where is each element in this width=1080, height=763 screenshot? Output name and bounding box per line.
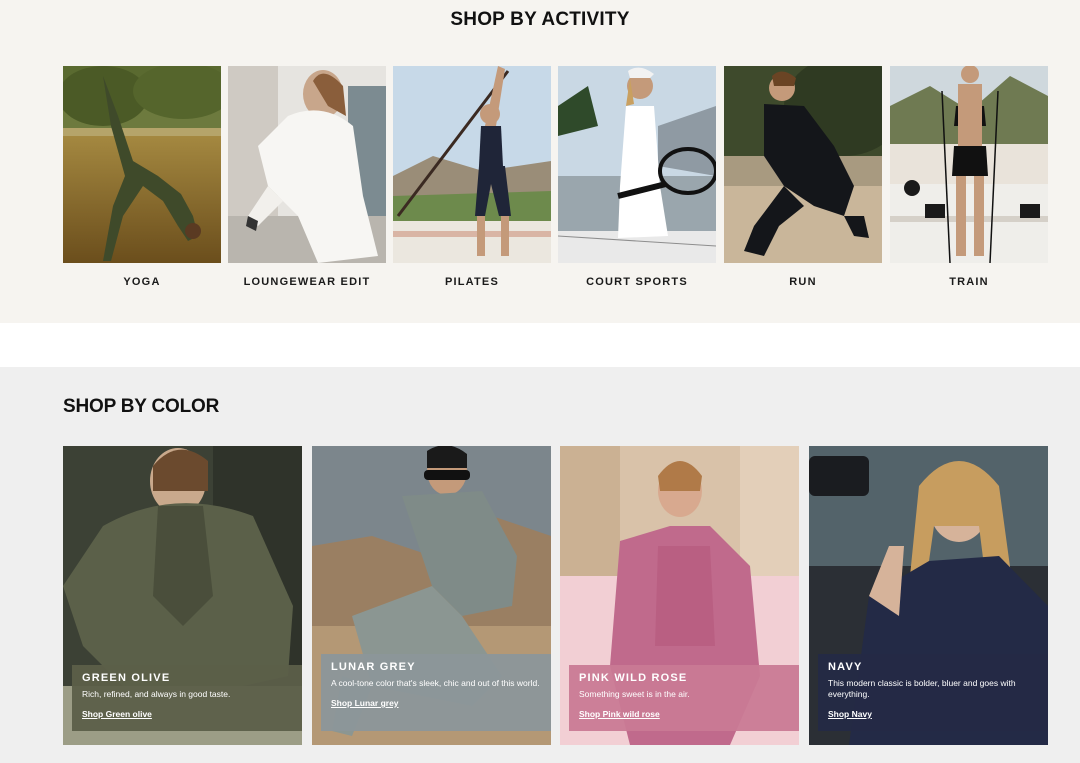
- color-name-navy: NAVY: [828, 661, 863, 673]
- activity-label-court-sports[interactable]: COURT SPORTS: [558, 276, 716, 288]
- color-card-pink-wild-rose[interactable]: PINK WILD ROSE Something sweet is in the…: [560, 446, 799, 745]
- shop-green-olive-link[interactable]: Shop Green olive: [82, 709, 152, 719]
- activity-image-train[interactable]: [890, 66, 1048, 263]
- color-overlay-green-olive: GREEN OLIVE Rich, refined, and always in…: [72, 665, 302, 731]
- color-desc-green-olive: Rich, refined, and always in good taste.: [82, 689, 231, 699]
- activity-label-yoga[interactable]: YOGA: [63, 276, 221, 288]
- activity-image-yoga[interactable]: [63, 66, 221, 263]
- activity-label-pilates[interactable]: PILATES: [393, 276, 551, 288]
- color-desc-navy: This modern classic is bolder, bluer and…: [828, 678, 1016, 699]
- activity-card-loungewear-edit[interactable]: LOUNGEWEAR EDIT: [228, 66, 386, 288]
- section-spacer: [0, 323, 1080, 367]
- activity-card-train[interactable]: TRAIN: [890, 66, 1048, 288]
- color-overlay-navy: NAVY This modern classic is bolder, blue…: [818, 654, 1048, 731]
- color-desc-pink-wild-rose: Something sweet is in the air.: [579, 689, 690, 699]
- activity-card-run[interactable]: RUN: [724, 66, 882, 288]
- color-name-pink-wild-rose: PINK WILD ROSE: [579, 672, 688, 684]
- activity-label-loungewear-edit[interactable]: LOUNGEWEAR EDIT: [228, 276, 386, 288]
- shop-by-activity-title: SHOP BY ACTIVITY: [450, 9, 630, 30]
- activity-card-pilates[interactable]: PILATES: [393, 66, 551, 288]
- shop-navy-link[interactable]: Shop Navy: [828, 709, 872, 719]
- color-desc-lunar-grey: A cool-tone color that's sleek, chic and…: [331, 678, 540, 688]
- shop-lunar-grey-link[interactable]: Shop Lunar grey: [331, 698, 399, 708]
- activity-image-run[interactable]: [724, 66, 882, 263]
- shop-pink-wild-rose-link[interactable]: Shop Pink wild rose: [579, 709, 660, 719]
- activity-card-court-sports[interactable]: COURT SPORTS: [558, 66, 716, 288]
- color-name-lunar-grey: LUNAR GREY: [331, 661, 416, 673]
- color-card-lunar-grey[interactable]: LUNAR GREY A cool-tone color that's slee…: [312, 446, 551, 745]
- color-overlay-lunar-grey: LUNAR GREY A cool-tone color that's slee…: [321, 654, 551, 731]
- color-card-navy[interactable]: NAVY This modern classic is bolder, blue…: [809, 446, 1048, 745]
- activity-label-run[interactable]: RUN: [724, 276, 882, 288]
- shop-by-activity-section: SHOP BY ACTIVITY YOGA LOUNGEWEAR EDIT PI…: [0, 0, 1080, 323]
- shop-by-color-section: SHOP BY COLOR GREEN OLIVE Rich, refined,…: [0, 367, 1080, 763]
- activity-card-yoga[interactable]: YOGA: [63, 66, 221, 288]
- color-card-green-olive[interactable]: GREEN OLIVE Rich, refined, and always in…: [63, 446, 302, 745]
- activity-image-court-sports[interactable]: [558, 66, 716, 263]
- activity-image-pilates[interactable]: [393, 66, 551, 263]
- shop-by-color-title: SHOP BY COLOR: [63, 396, 220, 417]
- color-name-green-olive: GREEN OLIVE: [82, 672, 171, 684]
- activity-label-train[interactable]: TRAIN: [890, 276, 1048, 288]
- color-overlay-pink-wild-rose: PINK WILD ROSE Something sweet is in the…: [569, 665, 799, 731]
- activity-image-loungewear-edit[interactable]: [228, 66, 386, 263]
